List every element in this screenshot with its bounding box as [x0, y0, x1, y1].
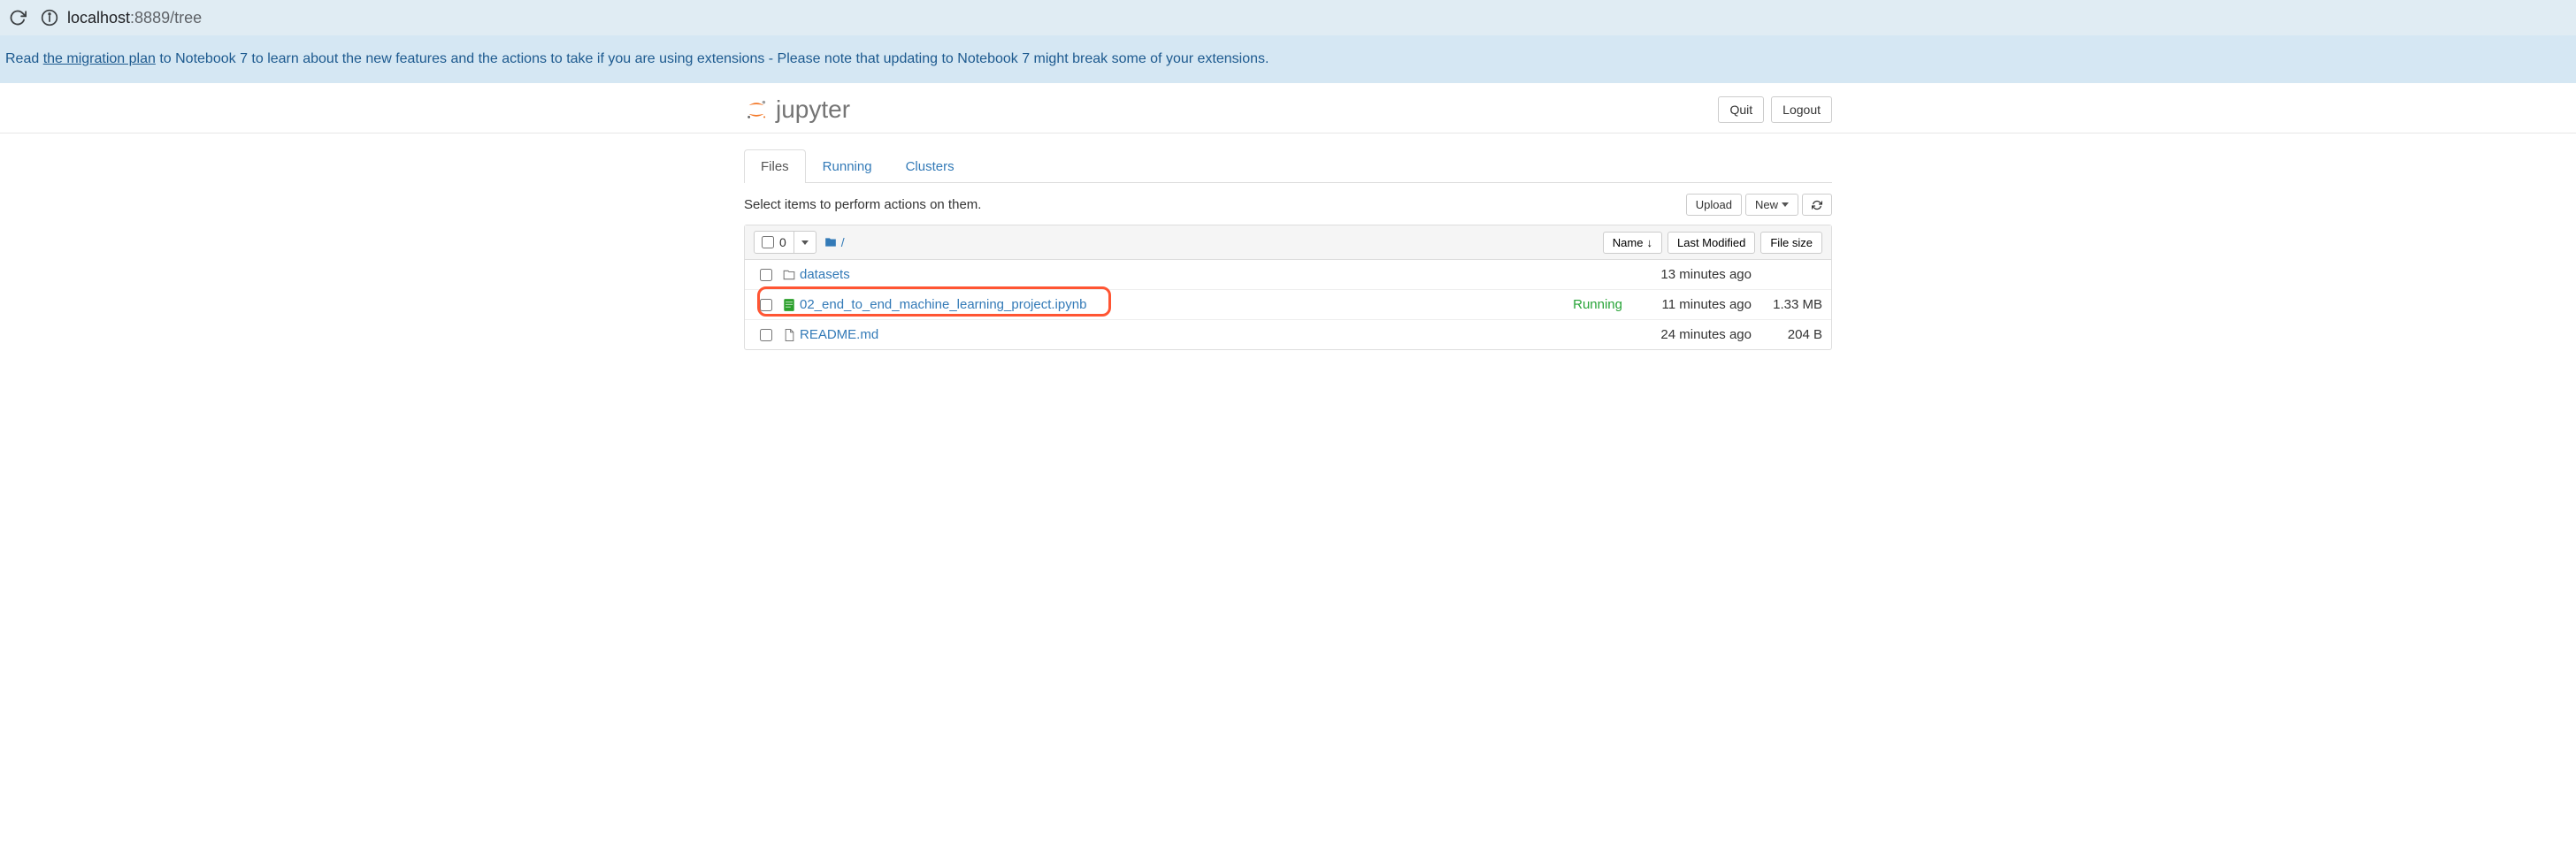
file-browser-header: 0 / Name ↓ Last Modified File size	[745, 225, 1831, 260]
select-filter-caret[interactable]	[794, 232, 816, 253]
dashboard-tabs: Files Running Clusters	[744, 149, 1832, 183]
jupyter-logo-icon	[744, 97, 769, 122]
url-text: localhost:8889/tree	[67, 9, 202, 27]
browser-address-bar: localhost:8889/tree	[0, 0, 2576, 35]
url-host: localhost	[67, 9, 130, 27]
row-checkbox[interactable]	[760, 329, 772, 341]
refresh-icon	[1812, 200, 1822, 210]
tab-files[interactable]: Files	[744, 149, 806, 183]
select-all-checkbox[interactable]	[762, 236, 774, 248]
header-divider	[0, 133, 2576, 134]
list-item: README.md 24 minutes ago 204 B	[745, 320, 1831, 349]
refresh-button[interactable]	[1802, 194, 1832, 216]
folder-icon	[824, 236, 838, 248]
list-item: datasets 13 minutes ago	[745, 260, 1831, 290]
breadcrumb[interactable]: /	[824, 235, 845, 249]
sort-modified-button[interactable]: Last Modified	[1668, 232, 1755, 254]
jupyter-logo[interactable]: jupyter	[744, 95, 850, 124]
sort-size-button[interactable]: File size	[1760, 232, 1822, 254]
arrow-down-icon: ↓	[1646, 236, 1652, 249]
migration-plan-link[interactable]: the migration plan	[43, 51, 156, 66]
tab-clusters[interactable]: Clusters	[889, 149, 971, 183]
file-icon	[778, 328, 800, 342]
list-item: 02_end_to_end_machine_learning_project.i…	[745, 290, 1831, 320]
file-status: Running	[1573, 297, 1628, 312]
folder-icon	[778, 269, 800, 281]
url-path: :8889/tree	[130, 9, 202, 27]
jupyter-header: jupyter Quit Logout	[744, 83, 1832, 133]
caret-down-icon	[1782, 202, 1789, 207]
file-modified: 13 minutes ago	[1628, 267, 1752, 282]
notice-suffix: to Notebook 7 to learn about the new fea…	[156, 51, 1269, 66]
jupyter-logo-text: jupyter	[776, 95, 850, 124]
file-name-link[interactable]: 02_end_to_end_machine_learning_project.i…	[800, 297, 1573, 312]
file-name-link[interactable]: datasets	[800, 267, 1622, 282]
selection-hint: Select items to perform actions on them.	[744, 197, 981, 212]
file-browser: 0 / Name ↓ Last Modified File size	[744, 225, 1832, 350]
file-modified: 24 minutes ago	[1628, 327, 1752, 342]
notice-prefix: Read	[5, 51, 43, 66]
new-dropdown-button[interactable]: New	[1745, 194, 1798, 216]
file-size: 1.33 MB	[1752, 297, 1822, 312]
site-info-icon[interactable]	[41, 9, 58, 27]
file-modified: 11 minutes ago	[1628, 297, 1752, 312]
caret-down-icon	[801, 240, 809, 245]
sort-name-label: Name	[1613, 236, 1644, 249]
new-button-label: New	[1755, 198, 1778, 211]
upload-button[interactable]: Upload	[1686, 194, 1742, 216]
select-all-dropdown[interactable]: 0	[754, 231, 816, 254]
row-checkbox[interactable]	[760, 269, 772, 281]
tab-running[interactable]: Running	[806, 149, 889, 183]
file-toolbar: Select items to perform actions on them.…	[744, 183, 1832, 225]
selected-count: 0	[779, 235, 786, 249]
notebook-running-icon	[778, 298, 800, 312]
logout-button[interactable]: Logout	[1771, 96, 1832, 123]
sort-name-button[interactable]: Name ↓	[1603, 232, 1662, 254]
row-checkbox[interactable]	[760, 299, 772, 311]
quit-button[interactable]: Quit	[1718, 96, 1764, 123]
reload-icon[interactable]	[9, 9, 27, 27]
file-name-link[interactable]: README.md	[800, 327, 1622, 342]
file-size: 204 B	[1752, 327, 1822, 342]
breadcrumb-root: /	[841, 235, 845, 249]
migration-notice-banner: Read the migration plan to Notebook 7 to…	[0, 35, 2576, 83]
url-display[interactable]: localhost:8889/tree	[41, 9, 202, 27]
